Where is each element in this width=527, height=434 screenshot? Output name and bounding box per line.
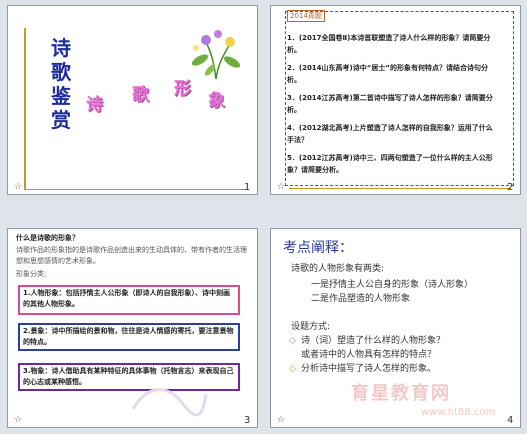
type-box-1: 1.人物形象：包括抒情主人公形象（即诗人的自我形象）、诗中刻画的其他人物形象。 (18, 285, 240, 315)
content-line: 设题方式: (291, 322, 331, 332)
slide-heading: 什么是诗歌的形象？ (16, 234, 79, 242)
slide-transition-icon: ☆ (14, 182, 23, 192)
title-char: 诗 (51, 36, 71, 60)
watermark-logo: 育星教育网 (351, 383, 451, 404)
section-tag: 2014真题 (287, 10, 325, 22)
title-char: 赏 (51, 108, 71, 132)
slide-thumbnail-3[interactable]: 什么是诗歌的形象？ 诗歌作品的形象指的是诗歌作品创造出来的生动具体的、带有作者的… (7, 228, 258, 428)
divider-line (289, 188, 511, 189)
slide-thumbnail-2[interactable]: 2014真题 1．(2017全国卷Ⅱ)本诗首联塑造了诗人什么样的形象？请简要分析… (270, 5, 521, 195)
page-number: 2 (507, 182, 514, 193)
slide-transition-icon: ☆ (277, 182, 286, 192)
content-line: 诗歌的人物形象有两类: (291, 264, 385, 274)
slide-title: 考点阐释： (283, 240, 353, 256)
intro-text: 诗歌作品的形象指的是诗歌作品创造出来的生动具体的、带有作者的生活理想和思想感情的… (16, 246, 247, 265)
slide-thumbnail-4[interactable]: 考点阐释： 诗歌的人物形象有两类: 一是抒情主人公自身的形象（诗人形象） 二是作… (270, 228, 521, 428)
content-line: 或者诗中的人物具有怎样的特点？ (301, 350, 437, 360)
page-number: 3 (244, 415, 251, 426)
bullet-icon: ◇ (289, 336, 296, 346)
slide-transition-icon: ☆ (277, 415, 286, 425)
decorative-bar (24, 28, 26, 190)
art-title-char: 歌 (132, 85, 149, 105)
title-char: 鉴 (51, 84, 71, 108)
content-line: 分析诗中描写了诗人怎样的形象。 (301, 364, 437, 374)
question-item: 2．(2014山东高考)诗中“居士”的形象有何特点？请结合诗句分析。 (287, 64, 488, 84)
slide-thumbnail-1[interactable]: 诗 歌 鉴 赏 诗 歌 形 象 ☆ 1 (7, 5, 258, 195)
art-title-char: 诗 (86, 95, 103, 115)
watermark-url: www.ht88.com (421, 407, 496, 418)
content-line: 一是抒情主人公自身的形象（诗人形象） (311, 280, 474, 290)
title-char: 歌 (51, 60, 71, 84)
vertical-title: 诗 歌 鉴 赏 (46, 36, 76, 132)
page-number: 1 (244, 182, 251, 193)
art-title-char: 象 (208, 91, 225, 111)
question-item: 1．(2017全国卷Ⅱ)本诗首联塑造了诗人什么样的形象？请简要分析。 (287, 34, 491, 54)
types-label: 形象分类： (16, 270, 51, 278)
divider-line (26, 189, 248, 190)
flower-illustration (191, 30, 241, 80)
type-box-2: 2.景象：诗中所描绘的景和物，往往是诗人情感的寄托，要注意景物的特点。 (18, 323, 240, 351)
question-item: 5．(2012江苏高考)诗中三、四两句塑造了一位什么样的主人公形象？请简要分析。 (287, 154, 493, 174)
content-line: 二是作品塑造的人物形象 (311, 294, 411, 304)
slide-transition-icon: ☆ (14, 415, 23, 425)
bullet-icon: ◇ (289, 364, 296, 374)
question-item: 4．(2012湖北高考)上片塑造了诗人怎样的自我形象？运用了什么手法？ (287, 124, 493, 144)
question-item: 3．(2014江苏高考)第二首诗中描写了诗人怎样的形象？请简要分析。 (287, 94, 493, 114)
content-line: 诗（词）塑造了什么样的人物形象？ (301, 336, 446, 346)
page-number: 4 (507, 415, 514, 426)
decorative-swirl (131, 388, 208, 417)
